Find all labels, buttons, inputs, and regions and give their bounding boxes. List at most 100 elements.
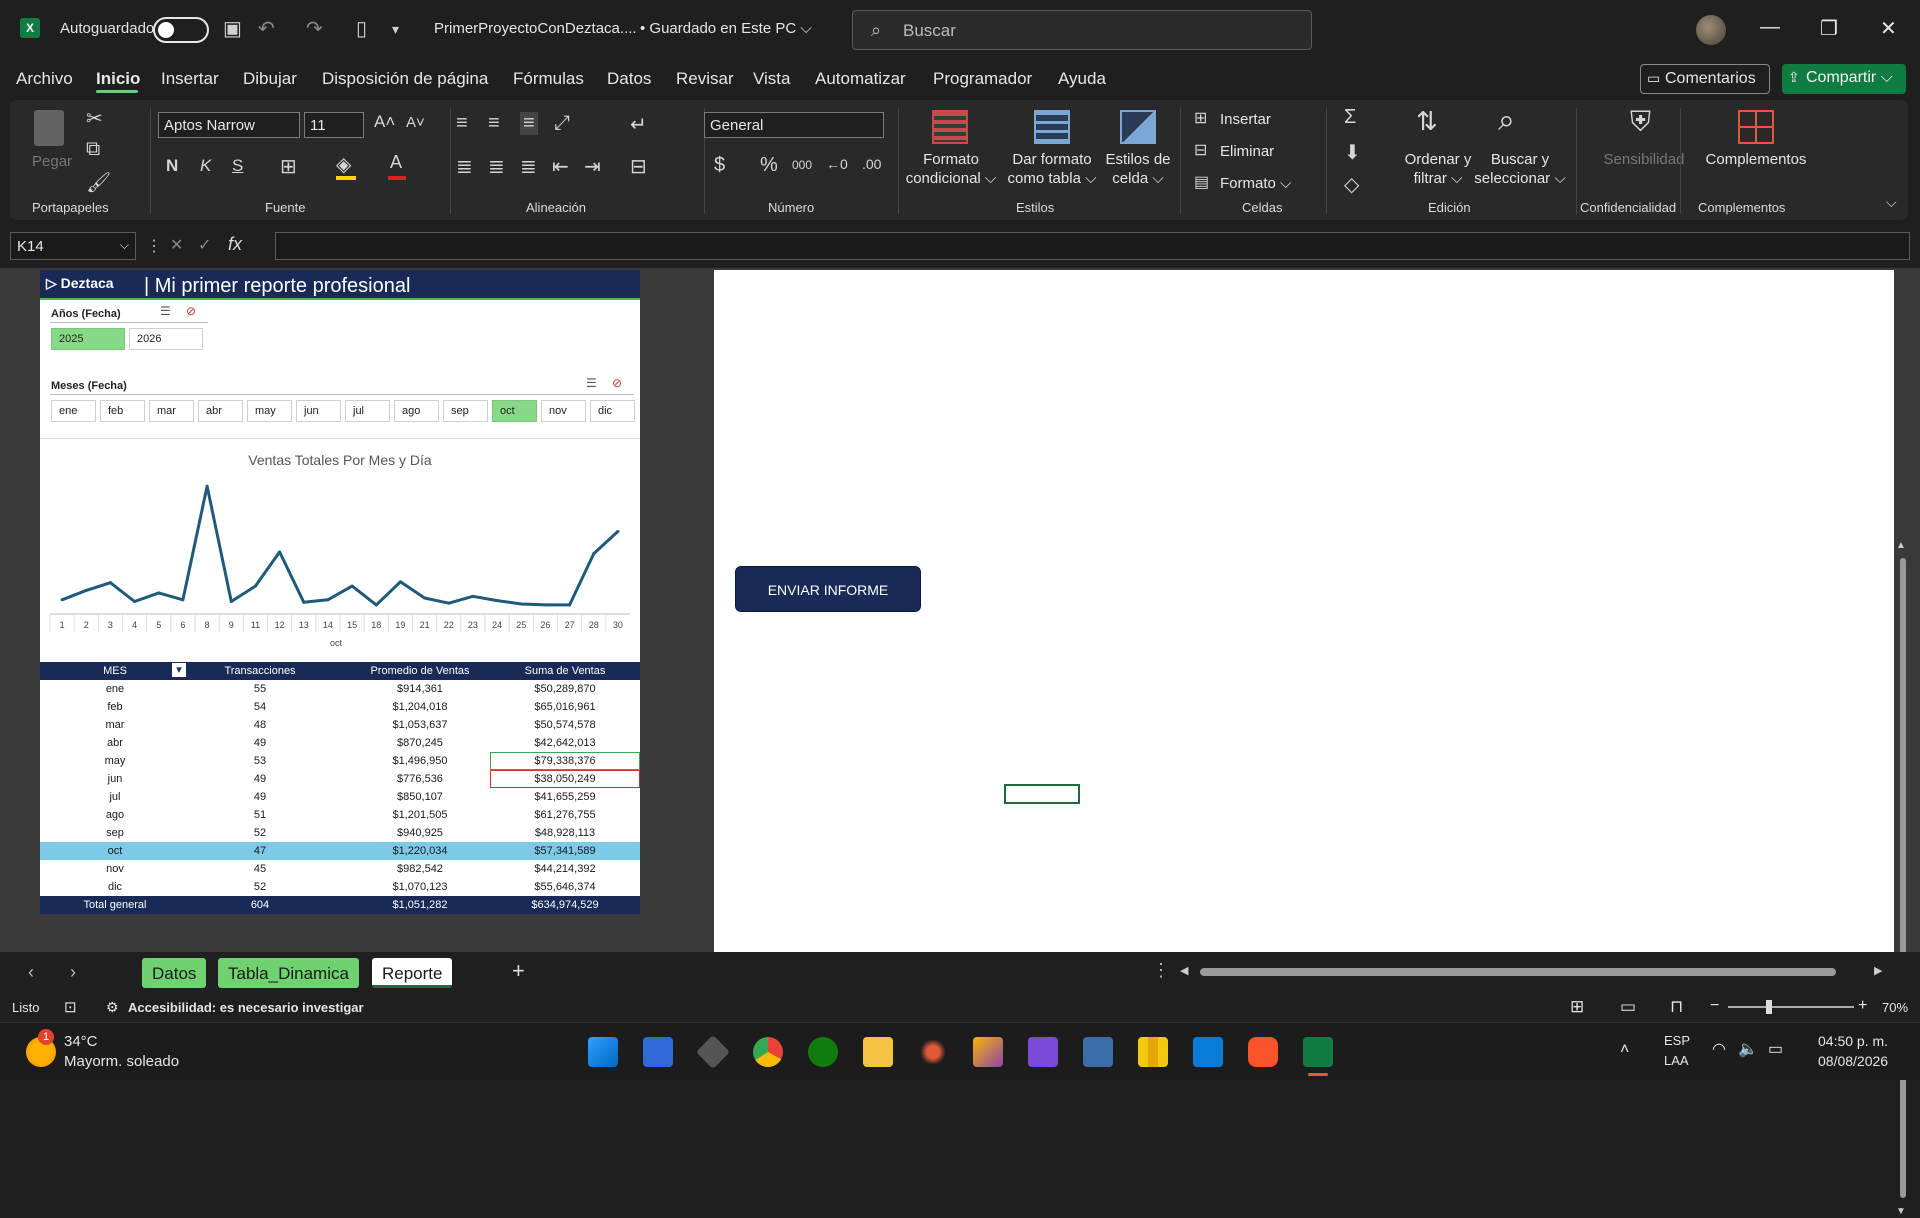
font-name-select[interactable]: Aptos Narrow	[158, 112, 300, 138]
visual-studio-icon[interactable]	[1028, 1037, 1058, 1067]
windows-start-icon[interactable]	[588, 1037, 618, 1067]
weather-description[interactable]: Mayorm. soleado	[64, 1053, 179, 1070]
month-oct-button[interactable]: oct	[492, 400, 537, 422]
table-row[interactable]: jul 49 $850,107 $41,655,259	[40, 788, 640, 806]
month-ene-button[interactable]: ene	[51, 400, 96, 422]
volume-icon[interactable]: 🔈	[1738, 1039, 1758, 1059]
align-middle-icon[interactable]: ≡	[488, 112, 500, 135]
align-left-icon[interactable]: ≣	[456, 154, 473, 179]
battery-icon[interactable]: ▭	[1768, 1039, 1783, 1059]
conditional-format-icon[interactable]	[932, 110, 968, 144]
decrease-decimal-icon[interactable]: .00	[862, 156, 881, 172]
align-bottom-icon[interactable]: ≡	[520, 112, 538, 135]
accessibility-icon[interactable]: ⚙	[106, 999, 119, 1016]
restore-button[interactable]: ❐	[1820, 16, 1838, 41]
table-total-row[interactable]: Total general 604 $1,051,282 $634,974,529	[40, 896, 640, 914]
keyboard-layout[interactable]: LAA	[1664, 1053, 1689, 1068]
number-format-select[interactable]: General	[704, 112, 884, 138]
minimize-button[interactable]: —	[1760, 16, 1780, 39]
month-jun-button[interactable]: jun	[296, 400, 341, 422]
data-point[interactable]	[374, 603, 378, 607]
month-may-button[interactable]: may	[247, 400, 292, 422]
month-jul-button[interactable]: jul	[345, 400, 390, 422]
sort-filter-label[interactable]: Ordenar y filtrar ⌵	[1398, 150, 1478, 188]
data-point[interactable]	[157, 591, 161, 595]
save-icon[interactable]: ▣	[223, 19, 242, 39]
clear-filter-icon[interactable]: ⊘	[186, 304, 196, 318]
format-as-table-icon[interactable]	[1034, 110, 1070, 144]
vertical-scrollbar[interactable]: ▲ ▼	[1896, 538, 1910, 1218]
tab-insertar[interactable]: Insertar	[161, 69, 219, 89]
cancel-icon[interactable]: ✕	[170, 235, 183, 255]
data-point[interactable]	[133, 599, 137, 603]
currency-icon[interactable]: $	[714, 154, 725, 177]
brave-icon[interactable]	[1248, 1037, 1278, 1067]
delete-cells-label[interactable]: Eliminar	[1220, 142, 1274, 161]
app-icon[interactable]	[973, 1037, 1003, 1067]
vscode-icon[interactable]	[1193, 1037, 1223, 1067]
search-box[interactable]: ⌕ Buscar	[852, 10, 1312, 50]
wrap-text-icon[interactable]: ↵	[630, 112, 647, 137]
data-point[interactable]	[181, 598, 185, 602]
clear-filter-icon[interactable]: ⊘	[612, 376, 622, 390]
table-row[interactable]: mar 48 $1,053,637 $50,574,578	[40, 716, 640, 734]
send-report-button[interactable]: ENVIAR INFORME	[735, 566, 921, 612]
data-point[interactable]	[519, 602, 523, 606]
data-point[interactable]	[495, 599, 499, 603]
month-ago-button[interactable]: ago	[394, 400, 439, 422]
month-mar-button[interactable]: mar	[149, 400, 194, 422]
zoom-out-icon[interactable]: −	[1710, 997, 1719, 1015]
format-painter-icon[interactable]: 🖌	[86, 170, 111, 195]
multi-select-icon[interactable]: ☰	[160, 304, 171, 318]
tab-ayuda[interactable]: Ayuda	[1058, 69, 1106, 89]
paste-icon[interactable]	[34, 110, 64, 146]
data-point[interactable]	[543, 603, 547, 607]
italic-icon[interactable]: K	[200, 156, 211, 176]
year-2025-button[interactable]: 2025	[51, 328, 125, 350]
table-row[interactable]: dic 52 $1,070,123 $55,646,374	[40, 878, 640, 896]
close-button[interactable]: ✕	[1880, 16, 1897, 41]
excel-app-icon[interactable]: X	[20, 18, 40, 38]
redo-icon[interactable]: ↷	[306, 19, 323, 39]
percent-icon[interactable]: %	[760, 154, 778, 177]
data-point[interactable]	[253, 584, 257, 588]
app-icon[interactable]	[918, 1037, 948, 1067]
chrome-icon[interactable]	[753, 1037, 783, 1067]
name-box[interactable]: K14 ⌵	[10, 232, 136, 260]
increase-decimal-icon[interactable]: ←0	[826, 156, 848, 172]
underline-icon[interactable]: S	[232, 156, 243, 176]
saved-status[interactable]: • Guardado en Este PC ⌵	[640, 20, 812, 37]
data-point[interactable]	[447, 601, 451, 605]
sheet-tab-datos[interactable]: Datos	[142, 958, 207, 988]
table-row[interactable]: abr 49 $870,245 $42,642,013	[40, 734, 640, 752]
scroll-thumb[interactable]	[1200, 968, 1836, 976]
collapse-ribbon-icon[interactable]: ⌵	[1886, 194, 1897, 211]
app-icon[interactable]	[696, 1035, 730, 1069]
find-select-label[interactable]: Buscar y seleccionar ⌵	[1472, 150, 1568, 188]
data-point[interactable]	[205, 484, 209, 488]
scroll-up-icon[interactable]: ▲	[1896, 540, 1906, 551]
table-row[interactable]: feb 54 $1,204,018 $65,016,961	[40, 698, 640, 716]
zoom-level[interactable]: 70%	[1882, 1000, 1908, 1015]
month-nov-button[interactable]: nov	[541, 400, 586, 422]
increase-font-icon[interactable]: A˄	[374, 112, 395, 132]
undo-icon[interactable]: ↶	[258, 19, 275, 39]
cell-mode-icon[interactable]: ⊡	[64, 998, 77, 1016]
data-point[interactable]	[398, 580, 402, 584]
sort-filter-icon[interactable]: ⇅	[1416, 106, 1438, 137]
avatar[interactable]	[1696, 15, 1726, 45]
thousands-icon[interactable]: 000	[792, 158, 812, 172]
paste-label[interactable]: Pegar	[32, 152, 72, 171]
app-icon[interactable]	[643, 1037, 673, 1067]
data-point[interactable]	[84, 588, 88, 592]
decrease-indent-icon[interactable]: ⇤	[552, 154, 569, 179]
tab-vista[interactable]: Vista	[753, 69, 791, 89]
tab-datos[interactable]: Datos	[607, 69, 651, 89]
temperature[interactable]: 34°C	[64, 1033, 98, 1050]
table-row[interactable]: oct 47 $1,220,034 $57,341,589	[40, 842, 640, 860]
table-header-row[interactable]: MES Transacciones Promedio de Ventas Suma d…	[40, 662, 640, 680]
autosum-icon[interactable]: Σ	[1344, 106, 1356, 129]
cell-styles-icon[interactable]	[1120, 110, 1156, 144]
excel-taskbar-icon[interactable]	[1303, 1037, 1333, 1067]
data-point[interactable]	[592, 552, 596, 556]
